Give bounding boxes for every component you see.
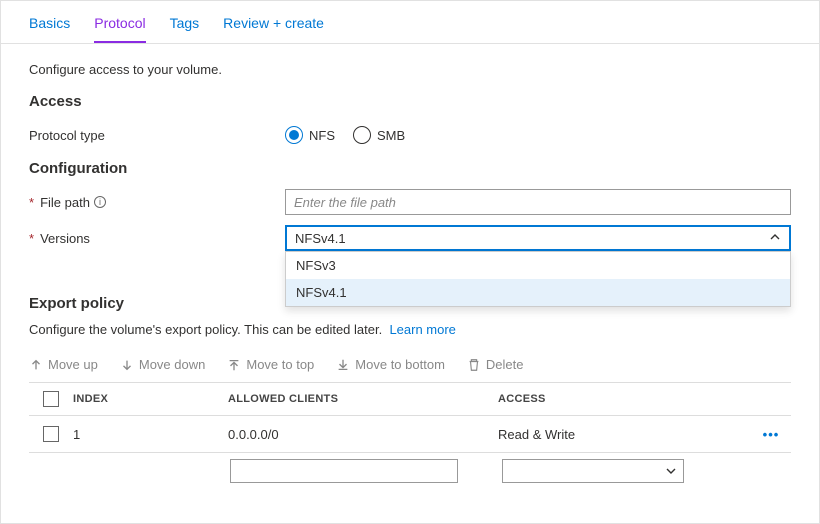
chevron-down-icon xyxy=(665,465,677,477)
protocol-type-radiogroup: NFS SMB xyxy=(285,126,791,144)
file-path-input[interactable] xyxy=(285,189,791,215)
radio-nfs-label: NFS xyxy=(309,128,335,143)
version-option-nfsv41[interactable]: NFSv4.1 xyxy=(286,279,790,306)
grid-header: INDEX ALLOWED CLIENTS ACCESS xyxy=(29,382,791,416)
row-actions-menu[interactable]: ••• xyxy=(751,427,791,442)
select-all-checkbox[interactable] xyxy=(43,391,59,407)
col-allowed-clients[interactable]: ALLOWED CLIENTS xyxy=(228,393,498,405)
grid-filter-row xyxy=(1,453,819,483)
tab-protocol[interactable]: Protocol xyxy=(94,15,145,43)
cell-allowed-clients: 0.0.0.0/0 xyxy=(228,427,498,442)
row-checkbox[interactable] xyxy=(43,426,59,442)
col-index[interactable]: INDEX xyxy=(73,393,228,405)
trash-icon xyxy=(467,358,481,372)
radio-smb[interactable]: SMB xyxy=(353,126,405,144)
move-to-top-button[interactable]: Move to top xyxy=(227,357,314,372)
versions-combobox[interactable]: NFSv4.1 xyxy=(285,225,791,251)
export-policy-description: Configure the volume's export policy. Th… xyxy=(29,322,791,337)
label-versions: Versions xyxy=(40,231,90,246)
arrow-down-icon xyxy=(120,358,134,372)
tab-tags[interactable]: Tags xyxy=(170,15,200,43)
versions-dropdown-panel: NFSv3 NFSv4.1 xyxy=(285,251,791,307)
arrow-bottom-icon xyxy=(336,358,350,372)
allowed-clients-filter-input[interactable] xyxy=(230,459,458,483)
chevron-up-icon xyxy=(769,231,781,246)
move-down-button[interactable]: Move down xyxy=(120,357,205,372)
access-filter-select[interactable] xyxy=(502,459,684,483)
radio-unchecked-icon xyxy=(353,126,371,144)
volume-protocol-panel: Basics Protocol Tags Review + create Con… xyxy=(0,0,820,524)
move-to-bottom-button[interactable]: Move to bottom xyxy=(336,357,445,372)
radio-smb-label: SMB xyxy=(377,128,405,143)
section-configuration: Configuration xyxy=(29,160,791,177)
radio-checked-icon xyxy=(285,126,303,144)
required-marker: * xyxy=(29,231,34,246)
arrow-up-icon xyxy=(29,358,43,372)
version-option-nfsv3[interactable]: NFSv3 xyxy=(286,252,790,279)
section-access: Access xyxy=(29,93,791,110)
label-protocol-type: Protocol type xyxy=(29,128,285,143)
export-policy-grid: INDEX ALLOWED CLIENTS ACCESS 1 0.0.0.0/0… xyxy=(29,382,791,453)
info-icon[interactable]: i xyxy=(94,196,106,208)
required-marker: * xyxy=(29,195,34,210)
wizard-tabs: Basics Protocol Tags Review + create xyxy=(1,1,819,44)
tab-basics[interactable]: Basics xyxy=(29,15,70,43)
cell-index: 1 xyxy=(73,427,228,442)
radio-nfs[interactable]: NFS xyxy=(285,126,335,144)
panel-description: Configure access to your volume. xyxy=(29,62,791,77)
col-access[interactable]: ACCESS xyxy=(498,393,751,405)
move-up-button[interactable]: Move up xyxy=(29,357,98,372)
versions-selected-value: NFSv4.1 xyxy=(295,231,346,246)
export-policy-toolbar: Move up Move down Move to top Move to bo… xyxy=(1,349,819,382)
delete-button[interactable]: Delete xyxy=(467,357,524,372)
learn-more-link[interactable]: Learn more xyxy=(389,322,455,337)
arrow-top-icon xyxy=(227,358,241,372)
table-row[interactable]: 1 0.0.0.0/0 Read & Write ••• xyxy=(29,416,791,453)
tab-review-create[interactable]: Review + create xyxy=(223,15,324,43)
cell-access: Read & Write xyxy=(498,427,751,442)
label-file-path: File path xyxy=(40,195,90,210)
